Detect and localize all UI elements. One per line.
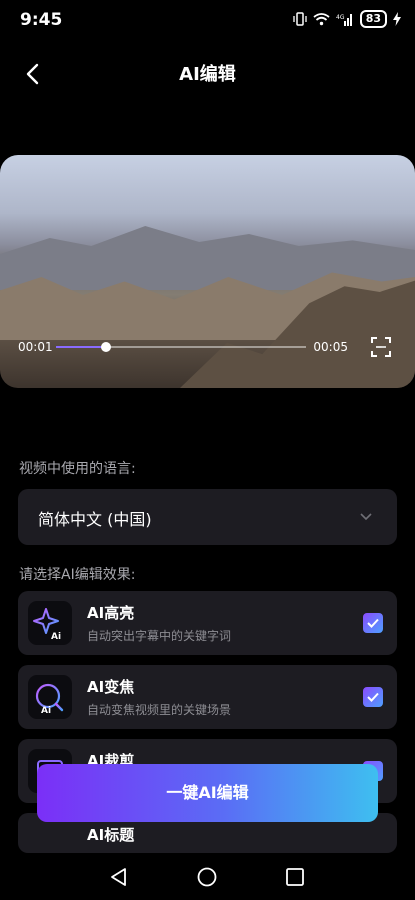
language-value: 简体中文 (中国) <box>38 510 152 529</box>
video-preview[interactable]: 00:01 00:05 <box>0 155 415 388</box>
page-title: AI编辑 <box>179 64 236 85</box>
battery-level: 83 <box>359 10 387 28</box>
video-progress: 00:01 00:05 <box>18 340 348 363</box>
status-icons: 4G 83 <box>293 10 401 28</box>
charging-icon <box>393 12 401 26</box>
checkbox-checked[interactable] <box>363 687 383 707</box>
progress-track[interactable] <box>56 342 306 352</box>
checkbox-checked[interactable] <box>363 613 383 633</box>
effect-desc: 自动变焦视频里的关键场景 <box>87 703 232 717</box>
home-circle-icon[interactable] <box>196 866 218 888</box>
sparkle-ai-icon: Ai <box>28 601 72 645</box>
effect-desc: 自动突出字幕中的关键字词 <box>87 629 232 643</box>
effects-label: 请选择AI编辑效果: <box>19 567 136 583</box>
wifi-icon <box>313 13 330 26</box>
recents-square-icon[interactable] <box>284 866 306 888</box>
effect-title: AI高亮 <box>87 604 135 622</box>
effect-item-highlight[interactable]: Ai AI高亮 自动突出字幕中的关键字词 <box>18 591 397 655</box>
svg-text:Ai: Ai <box>41 706 51 716</box>
progress-fill <box>56 346 106 348</box>
checkmark-icon <box>367 692 379 702</box>
status-time: 9:45 <box>20 10 63 30</box>
back-triangle-icon[interactable] <box>108 866 130 888</box>
effect-title: AI变焦 <box>87 678 135 696</box>
language-label: 视频中使用的语言: <box>19 461 136 477</box>
language-select[interactable]: 简体中文 (中国) <box>18 489 397 545</box>
signal-icon: 4G <box>336 14 352 26</box>
fullscreen-icon[interactable] <box>371 337 391 357</box>
chevron-down-icon <box>360 513 372 521</box>
current-time: 00:01 <box>18 340 53 354</box>
zoom-ai-icon: Ai <box>28 675 72 719</box>
one-click-ai-edit-button[interactable]: 一键AI编辑 <box>37 764 378 822</box>
status-bar: 9:45 4G 83 <box>0 0 415 40</box>
vibrate-icon <box>293 12 307 26</box>
checkmark-icon <box>367 618 379 628</box>
network-type: 4G <box>336 14 345 21</box>
end-time: 00:05 <box>313 340 348 354</box>
top-bar: AI编辑 <box>0 54 415 94</box>
effect-title: AI标题 <box>87 826 135 844</box>
effect-item-zoom[interactable]: Ai AI变焦 自动变焦视频里的关键场景 <box>18 665 397 729</box>
system-nav-bar <box>0 852 415 900</box>
svg-text:Ai: Ai <box>51 632 61 642</box>
progress-thumb[interactable] <box>101 342 111 352</box>
